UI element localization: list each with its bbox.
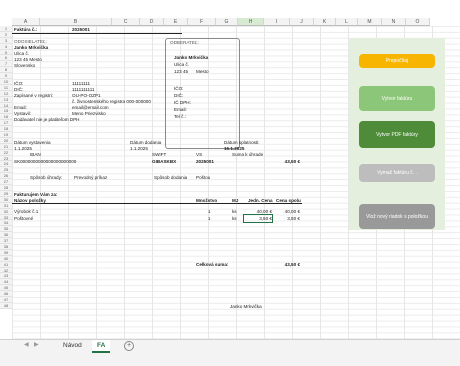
column-header[interactable]: E — [164, 18, 188, 26]
issued-date[interactable]: 1.1.2025 — [14, 146, 32, 151]
divider — [12, 33, 182, 34]
tab-fa[interactable]: FA — [92, 340, 111, 353]
due-date-label: Dátum splatnosti: — [224, 140, 260, 145]
variable-symbol[interactable]: 2025001 — [196, 159, 214, 164]
add-row-button[interactable]: Vlož nový riadok s položkou — [359, 204, 435, 229]
row-headers: 1 2 3 4 5 6 7 8 9 10 11 12 13 14 15 16 17 18 19 20 21 22 23 24 2… — [0, 26, 12, 309]
column-header[interactable]: N — [382, 18, 406, 26]
spreadsheet-sheet: A B C D E F G H I J K L M N O 1234567891… — [0, 0, 460, 366]
supplier-registry-label: Zapísané v registri: — [14, 93, 54, 98]
issuer-name[interactable]: Meno Priezvisko — [72, 111, 106, 116]
signature[interactable]: Janko Mrkvička — [230, 304, 262, 309]
items-header-name: Názov položky — [14, 198, 46, 203]
due-date[interactable]: 15.1.2025 — [224, 146, 244, 151]
customer-email-label: Email: — [174, 107, 187, 112]
supplier-country[interactable]: Slovensko — [14, 63, 35, 68]
issued-date-label: Dátum vystavenia — [14, 140, 51, 145]
iban[interactable]: SK0000000000000000000000 — [14, 159, 76, 164]
column-header[interactable]: G — [216, 18, 238, 26]
supplier-email-label: Email: — [14, 105, 27, 110]
delivery-method[interactable]: Poštou — [196, 175, 210, 180]
sum-label: Suma k úhrade — [232, 152, 264, 157]
payment-method-label: Spôsob úhrady: — [30, 175, 63, 180]
supplier-street[interactable]: Ulica č. — [14, 51, 29, 56]
supplier-ico[interactable]: 11111111 — [72, 81, 90, 86]
item-total[interactable]: 3,50 € — [272, 216, 300, 221]
vs-label: VS — [196, 152, 203, 157]
item-unit[interactable]: ks — [232, 216, 237, 221]
macro-panel: Prepočítaj Vytvor faktúru Vytvor PDF fak… — [349, 38, 445, 230]
total-amount[interactable]: 43,50 € — [268, 262, 300, 267]
column-headers: A B C D E F G H I J K L M N O — [12, 18, 430, 26]
customer-city[interactable]: Mesto — [196, 69, 209, 74]
supplier-name[interactable]: Janko Mrkvička — [14, 45, 48, 50]
invoice-number-label: Faktúra č.: — [14, 27, 38, 32]
add-sheet-icon[interactable]: + — [124, 341, 134, 351]
delivery-date[interactable]: 1.1.2025 — [130, 146, 148, 151]
row-header[interactable]: 48 — [0, 302, 12, 309]
items-intro: Fakturujem Vám za: — [14, 192, 58, 197]
invoice-number[interactable]: 2025001 — [72, 27, 90, 32]
create-invoice-button[interactable]: Vytvor faktúru — [359, 86, 435, 111]
delivery-date-label: Dátum dodania — [130, 140, 162, 145]
selected-cell[interactable] — [243, 214, 273, 223]
payment-method[interactable]: Prevodný príkaz — [74, 175, 107, 180]
column-header[interactable]: M — [358, 18, 382, 26]
sum-to-pay[interactable]: 43,50 € — [268, 159, 300, 164]
create-pdf-button[interactable]: Vytvor PDF faktúry — [359, 121, 435, 148]
customer-title: ODBERATEĽ: — [170, 40, 199, 45]
item-qty[interactable]: 1 — [208, 209, 211, 214]
swift[interactable]: GIBASKBX — [152, 159, 176, 164]
issuer-label: Vystavil: — [14, 111, 31, 116]
next-sheet-icon[interactable]: ▶ — [34, 340, 39, 351]
customer-icdph-label: IČ DPH: — [174, 100, 191, 105]
delivery-method-label: Spôsob dodania — [154, 175, 188, 180]
item-name[interactable]: Poštovné — [14, 216, 33, 221]
column-header[interactable]: L — [336, 18, 358, 26]
items-header-qty: Množstvo — [196, 198, 218, 203]
divider — [12, 203, 302, 204]
customer-ico-label: IČO: — [174, 86, 184, 91]
vat-note[interactable]: Dodávateľ nie je platiteľom DPH — [14, 117, 80, 122]
prev-sheet-icon[interactable]: ◀ — [24, 340, 29, 351]
supplier-registry-detail[interactable]: č. živnostenského registra 000-000000 — [72, 99, 151, 104]
total-label: Celková suma: — [196, 262, 229, 267]
customer-tel-label: Tel č.: — [174, 114, 186, 119]
customer-name[interactable]: Janko Mrkvička — [174, 55, 208, 60]
swift-label: SWIFT — [152, 152, 167, 157]
column-header[interactable]: O — [406, 18, 430, 26]
item-unit[interactable]: ks — [232, 209, 237, 214]
iban-label: IBAN — [30, 152, 41, 157]
column-header[interactable]: B — [40, 18, 112, 26]
supplier-city[interactable]: 123 45 Mesto — [14, 57, 42, 62]
customer-dic-label: DIČ: — [174, 93, 184, 98]
sheet-tab-bar: ◀ ▶ Návod FA + — [0, 339, 460, 366]
recalculate-button[interactable]: Prepočítaj — [359, 54, 435, 68]
column-header-selected[interactable]: H — [238, 18, 264, 26]
column-header[interactable]: C — [112, 18, 140, 26]
delete-invoice-button[interactable]: Vymaž faktúru č. . — [359, 164, 435, 182]
items-header-total: Cena spolu — [276, 198, 301, 203]
tab-navod[interactable]: Návod — [58, 340, 87, 351]
column-header[interactable]: F — [188, 18, 216, 26]
item-qty[interactable]: 1 — [208, 216, 211, 221]
supplier-dic-label: DIČ: — [14, 87, 24, 92]
customer-street[interactable]: Ulica č. — [174, 62, 189, 67]
item-name[interactable]: Výrobok č.1 — [14, 209, 38, 214]
supplier-title: ODOSIELATEĽ: — [14, 39, 47, 44]
customer-zip[interactable]: 123 45 — [174, 69, 188, 74]
column-header[interactable]: D — [140, 18, 164, 26]
supplier-registry[interactable]: OU-PO-OZP1 — [72, 93, 101, 98]
item-total[interactable]: 40,00 € — [272, 209, 300, 214]
items-header-unit-price: Jedn. Cena — [248, 198, 273, 203]
supplier-email[interactable]: email@email.com — [72, 105, 109, 110]
items-header-unit: MJ — [232, 198, 239, 203]
column-header[interactable]: K — [314, 18, 336, 26]
supplier-ico-label: IČO: — [14, 81, 24, 86]
column-header[interactable]: J — [290, 18, 314, 26]
column-header[interactable]: I — [264, 18, 290, 26]
column-header[interactable]: A — [12, 18, 40, 26]
supplier-dic[interactable]: 1111111111 — [72, 87, 94, 92]
